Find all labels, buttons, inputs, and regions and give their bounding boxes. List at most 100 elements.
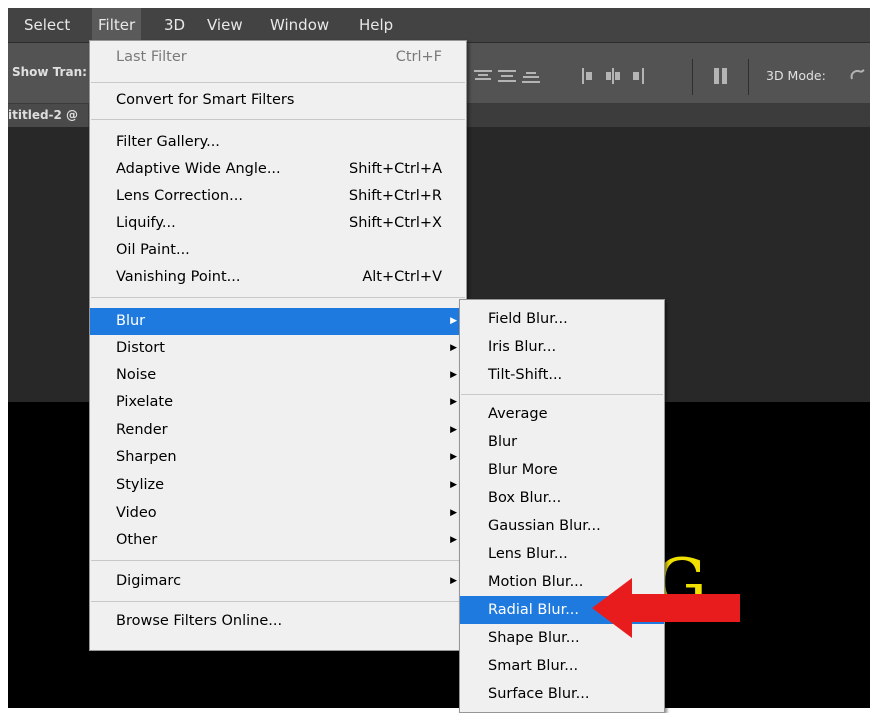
3d-rotate-icon[interactable] bbox=[848, 65, 868, 85]
menu-item-label: Smart Blur... bbox=[488, 658, 579, 674]
menu-item-lens-correction[interactable]: Lens Correction... Shift+Ctrl+R bbox=[90, 183, 466, 210]
options-divider bbox=[692, 59, 693, 95]
menu-item-noise[interactable]: Noise ▶ bbox=[90, 362, 466, 389]
menu-item-lens-blur[interactable]: Lens Blur... bbox=[460, 540, 664, 568]
menu-item-label: Lens Correction... bbox=[116, 188, 243, 204]
menu-item-video[interactable]: Video ▶ bbox=[90, 500, 466, 527]
align-middle-icon[interactable] bbox=[498, 68, 516, 84]
menu-item-pixelate[interactable]: Pixelate ▶ bbox=[90, 389, 466, 416]
menu-item-label: Oil Paint... bbox=[116, 242, 190, 258]
align-bottom-icon[interactable] bbox=[522, 68, 540, 84]
menu-item-shortcut: Alt+Ctrl+V bbox=[362, 269, 442, 285]
menu-separator bbox=[91, 601, 465, 602]
menu-item-blur-plain[interactable]: Blur bbox=[460, 428, 664, 456]
submenu-arrow-icon: ▶ bbox=[450, 452, 457, 462]
menu-item-label: Adaptive Wide Angle... bbox=[116, 161, 281, 177]
menu-item-iris-blur[interactable]: Iris Blur... bbox=[460, 333, 664, 361]
menu-item-last-filter[interactable]: Last Filter Ctrl+F bbox=[90, 44, 466, 71]
submenu-arrow-icon: ▶ bbox=[450, 576, 457, 586]
menu-filter[interactable]: Filter bbox=[92, 8, 142, 42]
menu-item-label: Last Filter bbox=[116, 49, 187, 65]
submenu-arrow-icon: ▶ bbox=[450, 425, 457, 435]
submenu-arrow-icon: ▶ bbox=[450, 316, 457, 326]
filter-menu: Last Filter Ctrl+F Convert for Smart Filt… bbox=[89, 40, 467, 651]
submenu-arrow-icon: ▶ bbox=[450, 370, 457, 380]
menu-item-label: Browse Filters Online... bbox=[116, 613, 283, 629]
menu-item-label: Iris Blur... bbox=[488, 339, 557, 355]
menu-select[interactable]: Select bbox=[18, 8, 76, 42]
menu-item-blur[interactable]: Blur ▶ bbox=[90, 308, 466, 335]
menu-item-label: Other bbox=[116, 532, 158, 548]
distribute-center-icon[interactable] bbox=[604, 68, 622, 84]
menu-item-liquify[interactable]: Liquify... Shift+Ctrl+X bbox=[90, 210, 466, 237]
menu-item-label: Shape Blur... bbox=[488, 630, 580, 646]
menu-view[interactable]: View bbox=[201, 8, 249, 42]
menu-item-average[interactable]: Average bbox=[460, 400, 664, 428]
menu-item-smart-blur[interactable]: Smart Blur... bbox=[460, 652, 664, 680]
menu-item-label: Vanishing Point... bbox=[116, 269, 241, 285]
menu-item-browse-filters-online[interactable]: Browse Filters Online... bbox=[90, 608, 466, 635]
menu-window[interactable]: Window bbox=[264, 8, 335, 42]
menu-item-label: Gaussian Blur... bbox=[488, 518, 601, 534]
distribute-right-icon[interactable] bbox=[628, 68, 646, 84]
menu-item-shortcut: Shift+Ctrl+A bbox=[349, 161, 442, 177]
auto-align-icon[interactable] bbox=[712, 68, 730, 84]
menu-help[interactable]: Help bbox=[353, 8, 399, 42]
menu-item-label: Field Blur... bbox=[488, 311, 568, 327]
menu-item-label: Digimarc bbox=[116, 573, 182, 589]
submenu-arrow-icon: ▶ bbox=[450, 397, 457, 407]
submenu-arrow-icon: ▶ bbox=[450, 508, 457, 518]
menu-item-convert-smart-filters[interactable]: Convert for Smart Filters bbox=[90, 87, 466, 114]
menu-item-other[interactable]: Other ▶ bbox=[90, 527, 466, 554]
align-top-icon[interactable] bbox=[474, 68, 492, 84]
menu-item-label: Blur More bbox=[488, 462, 558, 478]
menu-item-box-blur[interactable]: Box Blur... bbox=[460, 484, 664, 512]
menu-item-render[interactable]: Render ▶ bbox=[90, 417, 466, 444]
3d-mode-label: 3D Mode: bbox=[766, 68, 826, 83]
menu-item-label: Liquify... bbox=[116, 215, 176, 231]
menu-item-distort[interactable]: Distort ▶ bbox=[90, 335, 466, 362]
menu-bar: Select Filter 3D View Window Help bbox=[8, 8, 870, 43]
menu-item-label: Video bbox=[116, 505, 157, 521]
menu-item-shortcut: Shift+Ctrl+X bbox=[349, 215, 442, 231]
menu-item-digimarc[interactable]: Digimarc ▶ bbox=[90, 568, 466, 595]
menu-item-filter-gallery[interactable]: Filter Gallery... bbox=[90, 129, 466, 156]
submenu-arrow-icon: ▶ bbox=[450, 535, 457, 545]
menu-item-label: Radial Blur... bbox=[488, 602, 580, 618]
menu-item-label: Filter Gallery... bbox=[116, 134, 220, 150]
menu-item-blur-more[interactable]: Blur More bbox=[460, 456, 664, 484]
show-transform-label[interactable]: Show Tran: bbox=[12, 65, 87, 79]
menu-item-stylize[interactable]: Stylize ▶ bbox=[90, 472, 466, 499]
menu-item-label: Surface Blur... bbox=[488, 686, 590, 702]
menu-item-label: Stylize bbox=[116, 477, 165, 493]
menu-item-gaussian-blur[interactable]: Gaussian Blur... bbox=[460, 512, 664, 540]
document-tab[interactable]: ititled-2 @ bbox=[8, 104, 88, 127]
menu-item-shortcut: Shift+Ctrl+R bbox=[348, 188, 442, 204]
document-tab-title: ititled-2 @ bbox=[8, 108, 79, 122]
menu-item-tilt-shift[interactable]: Tilt-Shift... bbox=[460, 361, 664, 389]
menu-item-label: Blur bbox=[116, 313, 146, 329]
menu-item-label: Sharpen bbox=[116, 449, 177, 465]
menu-item-label: Lens Blur... bbox=[488, 546, 568, 562]
menu-item-surface-blur[interactable]: Surface Blur... bbox=[460, 680, 664, 708]
menu-item-label: Box Blur... bbox=[488, 490, 562, 506]
menu-item-adaptive-wide-angle[interactable]: Adaptive Wide Angle... Shift+Ctrl+A bbox=[90, 156, 466, 183]
menu-item-field-blur[interactable]: Field Blur... bbox=[460, 305, 664, 333]
red-arrow-icon bbox=[592, 578, 740, 638]
app-window: Select Filter 3D View Window Help Show T… bbox=[0, 0, 870, 713]
menu-item-sharpen[interactable]: Sharpen ▶ bbox=[90, 444, 466, 471]
menu-item-shortcut: Ctrl+F bbox=[395, 49, 442, 65]
submenu-arrow-icon: ▶ bbox=[450, 480, 457, 490]
menu-item-label: Noise bbox=[116, 367, 157, 383]
menu-3d[interactable]: 3D bbox=[158, 8, 191, 42]
blur-submenu: Field Blur... Iris Blur... Tilt-Shift...… bbox=[459, 299, 665, 713]
menu-separator bbox=[91, 297, 465, 298]
menu-item-label: Convert for Smart Filters bbox=[116, 92, 295, 108]
menu-item-vanishing-point[interactable]: Vanishing Point... Alt+Ctrl+V bbox=[90, 264, 466, 291]
menu-item-label: Blur bbox=[488, 434, 518, 450]
menu-item-label: Pixelate bbox=[116, 394, 174, 410]
distribute-left-icon[interactable] bbox=[580, 68, 598, 84]
menu-separator bbox=[461, 394, 663, 395]
menu-item-label: Render bbox=[116, 422, 168, 438]
menu-item-oil-paint[interactable]: Oil Paint... bbox=[90, 237, 466, 264]
